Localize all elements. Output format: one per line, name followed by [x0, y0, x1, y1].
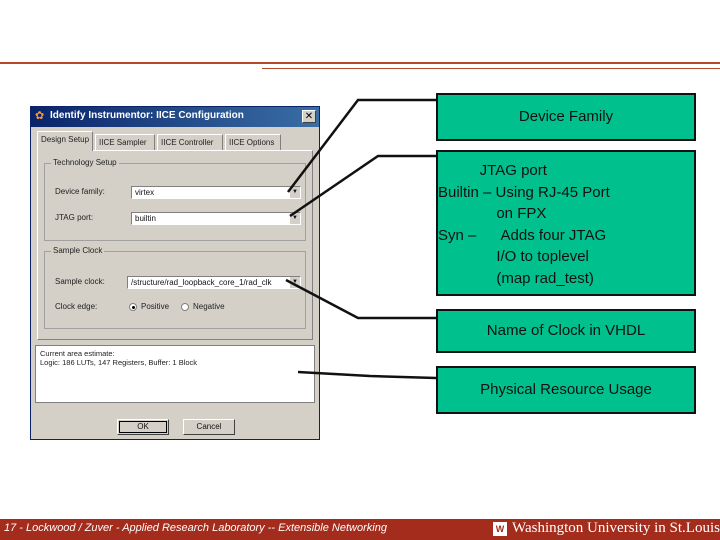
callout-jtag-line-1: JTAG port: [438, 162, 547, 179]
tab-iice-sampler[interactable]: IICE Sampler: [95, 134, 155, 150]
clock-edge-label: Clock edge:: [55, 302, 98, 311]
clock-edge-negative-radio[interactable]: [181, 303, 189, 311]
callout-jtag-line-3: on FPX: [438, 205, 547, 222]
chevron-down-icon[interactable]: ▼: [289, 187, 300, 198]
callout-jtag: JTAG port Builtin – Using RJ-45 Port on …: [436, 150, 696, 296]
clock-edge-positive-label: Positive: [141, 302, 170, 311]
usage-line-2: Logic: 186 LUTs, 147 Registers, Buffer: …: [40, 358, 198, 367]
close-button[interactable]: ✕: [302, 110, 316, 123]
ok-button[interactable]: OK: [117, 419, 169, 435]
clock-edge-positive-radio[interactable]: [129, 303, 137, 311]
technology-setup-legend: Technology Setup: [51, 158, 119, 167]
iice-config-dialog: ✿ Identify Instrumentor: IICE Configurat…: [30, 106, 320, 440]
tab-iice-controller[interactable]: IICE Controller: [157, 134, 223, 150]
callout-jtag-line-4: Syn – Adds four JTAG: [438, 226, 607, 244]
header-rule-thin: [262, 68, 720, 69]
chevron-down-icon[interactable]: ▼: [289, 213, 300, 224]
callout-jtag-line-2: Builtin – Using RJ-45 Port: [438, 183, 610, 201]
university-logo-icon: W: [493, 522, 507, 536]
callout-jtag-line-5: I/O to toplevel: [438, 248, 589, 265]
callout-clock: Name of Clock in VHDL: [436, 309, 696, 353]
app-icon: ✿: [35, 110, 45, 122]
sample-clock-value: /structure/rad_loopback_core_1/rad_clk: [131, 278, 272, 287]
device-family-value: virtex: [135, 188, 155, 197]
sample-clock-select[interactable]: /structure/rad_loopback_core_1/rad_clk ▼: [127, 276, 301, 289]
clock-edge-negative-label: Negative: [193, 302, 225, 311]
footer-bar: 17 - Lockwood / Zuver - Applied Research…: [0, 519, 720, 540]
dialog-title: Identify Instrumentor: IICE Configuratio…: [50, 110, 244, 121]
sample-clock-group: Sample Clock Sample clock: /structure/ra…: [44, 246, 306, 329]
tab-iice-options[interactable]: IICE Options: [225, 134, 281, 150]
jtag-port-select[interactable]: builtin ▼: [131, 212, 301, 225]
callout-jtag-line-6: (map rad_test): [438, 269, 594, 287]
close-icon: ✕: [304, 111, 314, 122]
sample-clock-legend: Sample Clock: [51, 246, 105, 255]
device-family-select[interactable]: virtex ▼: [131, 186, 301, 199]
resource-usage-box: Current area estimate: Logic: 186 LUTs, …: [35, 345, 315, 403]
device-family-label: Device family:: [55, 187, 105, 196]
footer-text: 17 - Lockwood / Zuver - Applied Research…: [4, 522, 387, 534]
dialog-titlebar[interactable]: ✿ Identify Instrumentor: IICE Configurat…: [31, 107, 319, 127]
jtag-port-value: builtin: [135, 214, 156, 223]
header-rule: [0, 62, 720, 64]
technology-setup-group: Technology Setup Device family: virtex ▼…: [44, 158, 306, 241]
callout-device-family: Device Family: [436, 93, 696, 141]
jtag-port-label: JTAG port:: [55, 213, 94, 222]
cancel-button[interactable]: Cancel: [183, 419, 235, 435]
tab-design-setup[interactable]: Design Setup: [37, 131, 93, 151]
callout-resource: Physical Resource Usage: [436, 366, 696, 414]
sample-clock-label: Sample clock:: [55, 277, 105, 286]
university-name: Washington University in St.Louis: [512, 520, 720, 536]
tab-strip: Design Setup IICE Sampler IICE Controlle…: [37, 131, 313, 151]
design-setup-panel: Technology Setup Device family: virtex ▼…: [37, 150, 313, 340]
chevron-down-icon[interactable]: ▼: [289, 277, 300, 288]
usage-line-1: Current area estimate:: [40, 349, 115, 358]
